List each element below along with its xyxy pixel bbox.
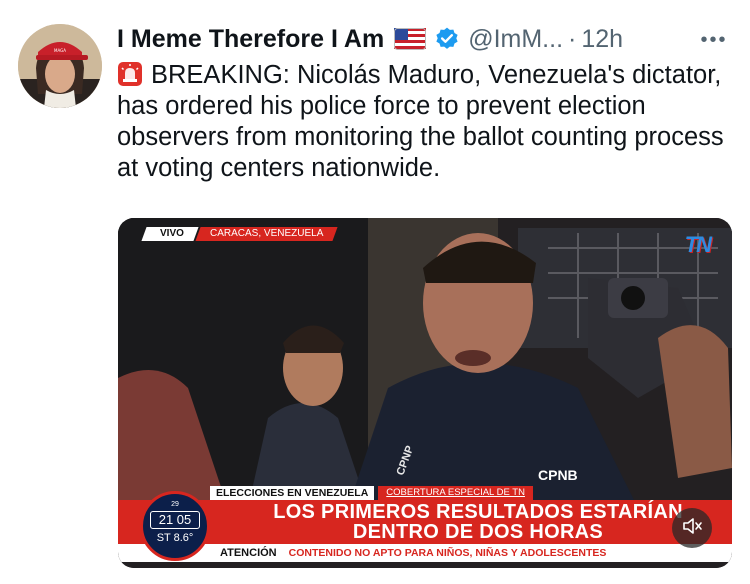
vest-label: CPNB [538, 467, 578, 483]
more-options-button[interactable]: ••• [696, 26, 732, 54]
handle[interactable]: @ImM... [468, 25, 563, 54]
verified-badge-icon[interactable] [434, 26, 460, 52]
attention-label: ATENCIÓN [220, 547, 277, 559]
channel-logo: TN [684, 232, 712, 257]
live-tag: VIVO [141, 227, 199, 241]
mute-button[interactable] [672, 508, 712, 548]
headline-line-2: DENTRO DE DOS HORAS [352, 521, 604, 543]
tweet[interactable]: MAGA I Meme Therefore I Am @ImM... · 12h [0, 0, 750, 584]
location-tag: CARACAS, VENEZUELA [195, 227, 338, 241]
broadcast-clock: 29 21 05 ST 8.6° [140, 491, 210, 561]
special-coverage-label: COBERTURA ESPECIAL DE TN [378, 486, 533, 500]
video-player[interactable]: CPNB CPNP VIVO CARACAS, VENEZUELA TN ELE… [118, 218, 732, 568]
tweet-body: BREAKING: Nicolás Maduro, Venezuela's di… [117, 61, 724, 182]
timestamp[interactable]: 12h [581, 25, 623, 54]
headline-line-1: LOS PRIMEROS RESULTADOS ESTARÍAN [273, 501, 683, 523]
clock-time: 21 05 [150, 511, 200, 529]
topic-label: ELECCIONES EN VENEZUELA [210, 486, 375, 500]
tweet-text: BREAKING: Nicolás Maduro, Venezuela's di… [117, 60, 737, 184]
ticker-bar: ATENCIÓN CONTENIDO NO APTO PARA NIÑOS, N… [118, 544, 732, 562]
police-siren-icon [117, 61, 143, 87]
separator-dot: · [568, 24, 577, 53]
tweet-header: I Meme Therefore I Am @ImM... · 12h [117, 22, 623, 56]
svg-text:MAGA: MAGA [54, 48, 66, 53]
topic-bar: ELECCIONES EN VENEZUELA COBERTURA ESPECI… [210, 486, 533, 500]
us-flag-icon [394, 28, 427, 50]
news-lower-third: ELECCIONES EN VENEZUELA COBERTURA ESPECI… [118, 483, 732, 568]
clock-temperature: ST 8.6° [156, 532, 194, 544]
volume-muted-icon [681, 515, 703, 542]
headline: LOS PRIMEROS RESULTADOS ESTARÍAN DENTRO … [238, 502, 718, 542]
clock-day: 29 [171, 501, 179, 508]
avatar[interactable]: MAGA [18, 24, 102, 108]
display-name[interactable]: I Meme Therefore I Am [117, 25, 384, 54]
more-horizontal-icon: ••• [700, 28, 728, 51]
content-warning: CONTENIDO NO APTO PARA NIÑOS, NIÑAS Y AD… [288, 547, 607, 559]
